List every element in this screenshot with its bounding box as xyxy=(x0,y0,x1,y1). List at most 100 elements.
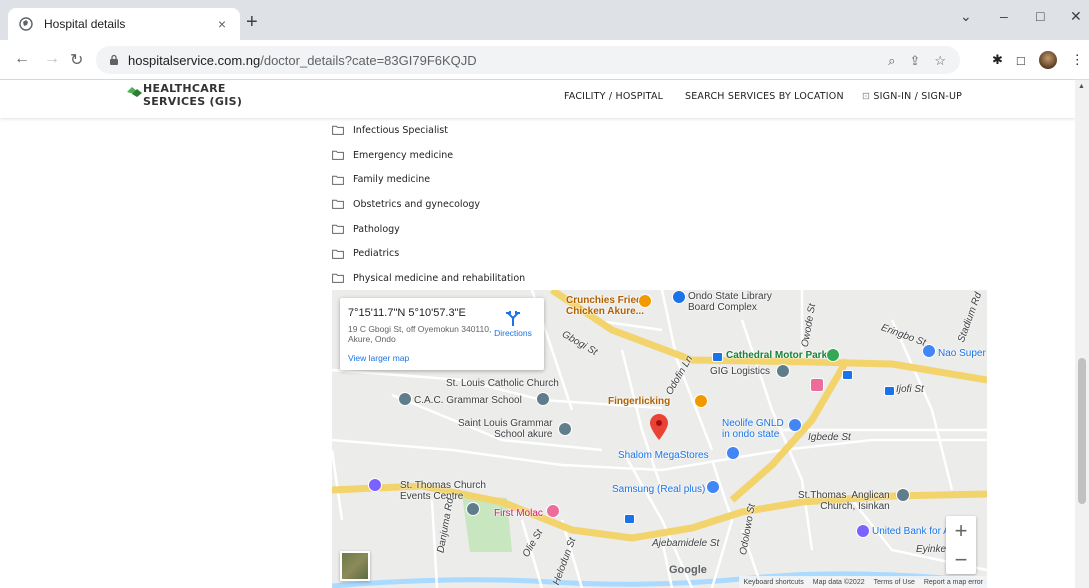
place-st-thomas-anglican[interactable]: St.Thomas Anglican Church, Isinkan xyxy=(798,490,890,512)
nav-search-services[interactable]: SEARCH SERVICES BY LOCATION xyxy=(685,91,844,102)
list-item-label: Obstetrics and gynecology xyxy=(353,198,481,210)
school-pin-icon[interactable] xyxy=(558,422,572,436)
restaurant-pin-icon[interactable] xyxy=(694,394,708,408)
bus-stop-icon xyxy=(624,514,635,524)
shopping-pin-icon[interactable] xyxy=(788,418,802,432)
maximize-button[interactable]: □ xyxy=(1036,8,1044,24)
place-shalom-megastores[interactable]: Shalom MegaStores xyxy=(618,450,709,461)
list-item: Infectious Specialist xyxy=(332,118,525,143)
reload-icon[interactable]: ↻ xyxy=(70,50,83,70)
place-samsung[interactable]: Samsung (Real plus) xyxy=(612,484,705,495)
browser-tabbar: Hospital details × + ⌄ – □ ✕ xyxy=(0,0,1089,40)
street-ajebamidele: Ajebamidele St xyxy=(652,538,720,549)
shopping-pin-icon[interactable] xyxy=(706,480,720,494)
browser-toolbar: ← → ↻ hospitalservice.com.ng/doctor_deta… xyxy=(0,40,1089,80)
list-item-label: Pathology xyxy=(353,223,400,235)
scrollbar-thumb[interactable] xyxy=(1078,358,1086,504)
church-pin-icon[interactable] xyxy=(896,488,910,502)
embedded-map[interactable]: Crunchies Fried Chicken Akure... Ondo St… xyxy=(332,290,987,588)
report-error-link[interactable]: Report a map error xyxy=(924,579,983,586)
place-crunchies[interactable]: Crunchies Fried Chicken Akure... xyxy=(566,295,644,317)
place-nao-super[interactable]: Nao Super xyxy=(938,348,986,359)
view-larger-map-link[interactable]: View larger map xyxy=(348,353,536,363)
place-library[interactable]: Ondo State Library Board Complex xyxy=(688,291,772,313)
list-item: Obstetrics and gynecology xyxy=(332,192,525,217)
folder-icon xyxy=(332,150,344,160)
nav-facility-hospital[interactable]: FACILITY / HOSPITAL xyxy=(564,91,663,102)
forward-arrow-icon[interactable]: → xyxy=(44,50,60,68)
library-pin-icon[interactable] xyxy=(672,290,686,304)
place-neolife[interactable]: Neolife GNLD in ondo state xyxy=(722,418,784,440)
list-item-label: Physical medicine and rehabilitation xyxy=(353,272,526,284)
site-logo[interactable]: HEALTHCARE SERVICES (GIS) xyxy=(125,82,242,108)
scroll-up-arrow-icon[interactable]: ▲ xyxy=(1078,83,1085,90)
street-ijofi: Ijofi St xyxy=(896,384,924,395)
school-pin-icon[interactable] xyxy=(398,392,412,406)
place-st-louis-church[interactable]: St. Louis Catholic Church xyxy=(446,378,559,389)
bank-pin-icon[interactable] xyxy=(856,524,870,538)
directions-button[interactable]: Directions xyxy=(492,310,534,338)
zoom-icon[interactable]: ⌕ xyxy=(888,53,895,69)
globe-icon xyxy=(18,16,34,32)
folder-icon xyxy=(332,175,344,185)
list-item: Family medicine xyxy=(332,167,525,192)
place-cathedral-motor-park[interactable]: Cathedral Motor Park xyxy=(726,350,827,361)
extensions-puzzle-icon[interactable]: ✱ xyxy=(992,52,1003,68)
lock-icon xyxy=(110,54,118,65)
map-footer: Keyboard shortcuts Map data ©2022 Terms … xyxy=(739,576,987,588)
bus-stop-icon xyxy=(842,370,853,380)
hospital-pin-icon[interactable] xyxy=(546,504,560,518)
menu-kebab-icon[interactable]: ⋮ xyxy=(1071,52,1084,68)
close-window-button[interactable]: ✕ xyxy=(1070,8,1082,25)
parking-pin-icon[interactable] xyxy=(368,478,382,492)
place-st-louis-school[interactable]: Saint Louis Grammar School akure xyxy=(458,418,552,440)
new-tab-button[interactable]: + xyxy=(246,12,258,32)
place-gig-logistics[interactable]: GIG Logistics xyxy=(710,366,770,377)
nav-signin[interactable]: ⊡ SIGN-IN / SIGN-UP xyxy=(862,91,962,102)
back-arrow-icon[interactable]: ← xyxy=(14,50,30,68)
place-cac-grammar[interactable]: C.A.C. Grammar School xyxy=(414,395,522,406)
address-bar[interactable]: hospitalservice.com.ng/doctor_details?ca… xyxy=(96,46,960,74)
place-first-molac[interactable]: First Molac xyxy=(494,508,543,519)
place-united-bank[interactable]: United Bank for A xyxy=(872,526,950,537)
map-info-card: 7°15'11.7"N 5°10'57.3"E 19 C Gbogi St, o… xyxy=(340,298,544,370)
zoom-out-button[interactable]: − xyxy=(946,545,976,574)
map-data-credit: Map data ©2022 xyxy=(812,578,865,586)
shopping-pin-icon[interactable] xyxy=(726,446,740,460)
bookmark-star-icon[interactable]: ☆ xyxy=(934,53,946,69)
place-st-thomas-events[interactable]: St. Thomas Church Events Centre xyxy=(400,480,486,502)
lock-icon: ⊡ xyxy=(862,91,871,102)
map-zoom-controls: + − xyxy=(946,516,976,574)
share-icon[interactable]: ⇪ xyxy=(909,53,920,69)
list-item: Physical medicine and rehabilitation xyxy=(332,266,525,291)
side-panel-icon[interactable]: □ xyxy=(1017,53,1025,68)
close-tab-icon[interactable]: × xyxy=(214,16,230,32)
folder-icon xyxy=(332,274,344,284)
hospital-pin-icon[interactable] xyxy=(810,378,824,392)
location-marker-icon[interactable] xyxy=(650,414,668,440)
tab-search-icon[interactable]: ⌄ xyxy=(960,8,972,25)
list-item: Pediatrics xyxy=(332,241,525,266)
church-pin-icon[interactable] xyxy=(466,502,480,516)
bus-stop-icon xyxy=(712,352,723,362)
url-path: /doctor_details?cate=83GI79F6KQJD xyxy=(260,52,477,68)
url-host: hospitalservice.com.ng xyxy=(128,52,261,68)
zoom-in-button[interactable]: + xyxy=(946,516,976,545)
park-pin-icon[interactable] xyxy=(826,348,840,362)
healthcare-logo-icon xyxy=(127,87,142,97)
page-scrollbar[interactable]: ▲ xyxy=(1075,80,1089,588)
satellite-toggle[interactable] xyxy=(340,551,370,581)
restaurant-pin-icon[interactable] xyxy=(638,294,652,308)
browser-tab[interactable]: Hospital details × xyxy=(8,8,240,40)
terms-link[interactable]: Terms of Use xyxy=(874,579,915,586)
list-item-label: Emergency medicine xyxy=(353,149,454,161)
site-header: HEALTHCARE SERVICES (GIS) FACILITY / HOS… xyxy=(0,80,1075,118)
logistics-pin-icon[interactable] xyxy=(776,364,790,378)
list-item: Emergency medicine xyxy=(332,143,525,168)
keyboard-shortcuts-link[interactable]: Keyboard shortcuts xyxy=(743,579,803,586)
profile-avatar[interactable] xyxy=(1038,51,1057,69)
minimize-button[interactable]: – xyxy=(1000,8,1008,24)
map-address: 19 C Gbogi St, off Oyemokun 340110, Akur… xyxy=(348,324,492,344)
church-pin-icon[interactable] xyxy=(536,392,550,406)
place-fingerlicking[interactable]: Fingerlicking xyxy=(608,396,670,407)
